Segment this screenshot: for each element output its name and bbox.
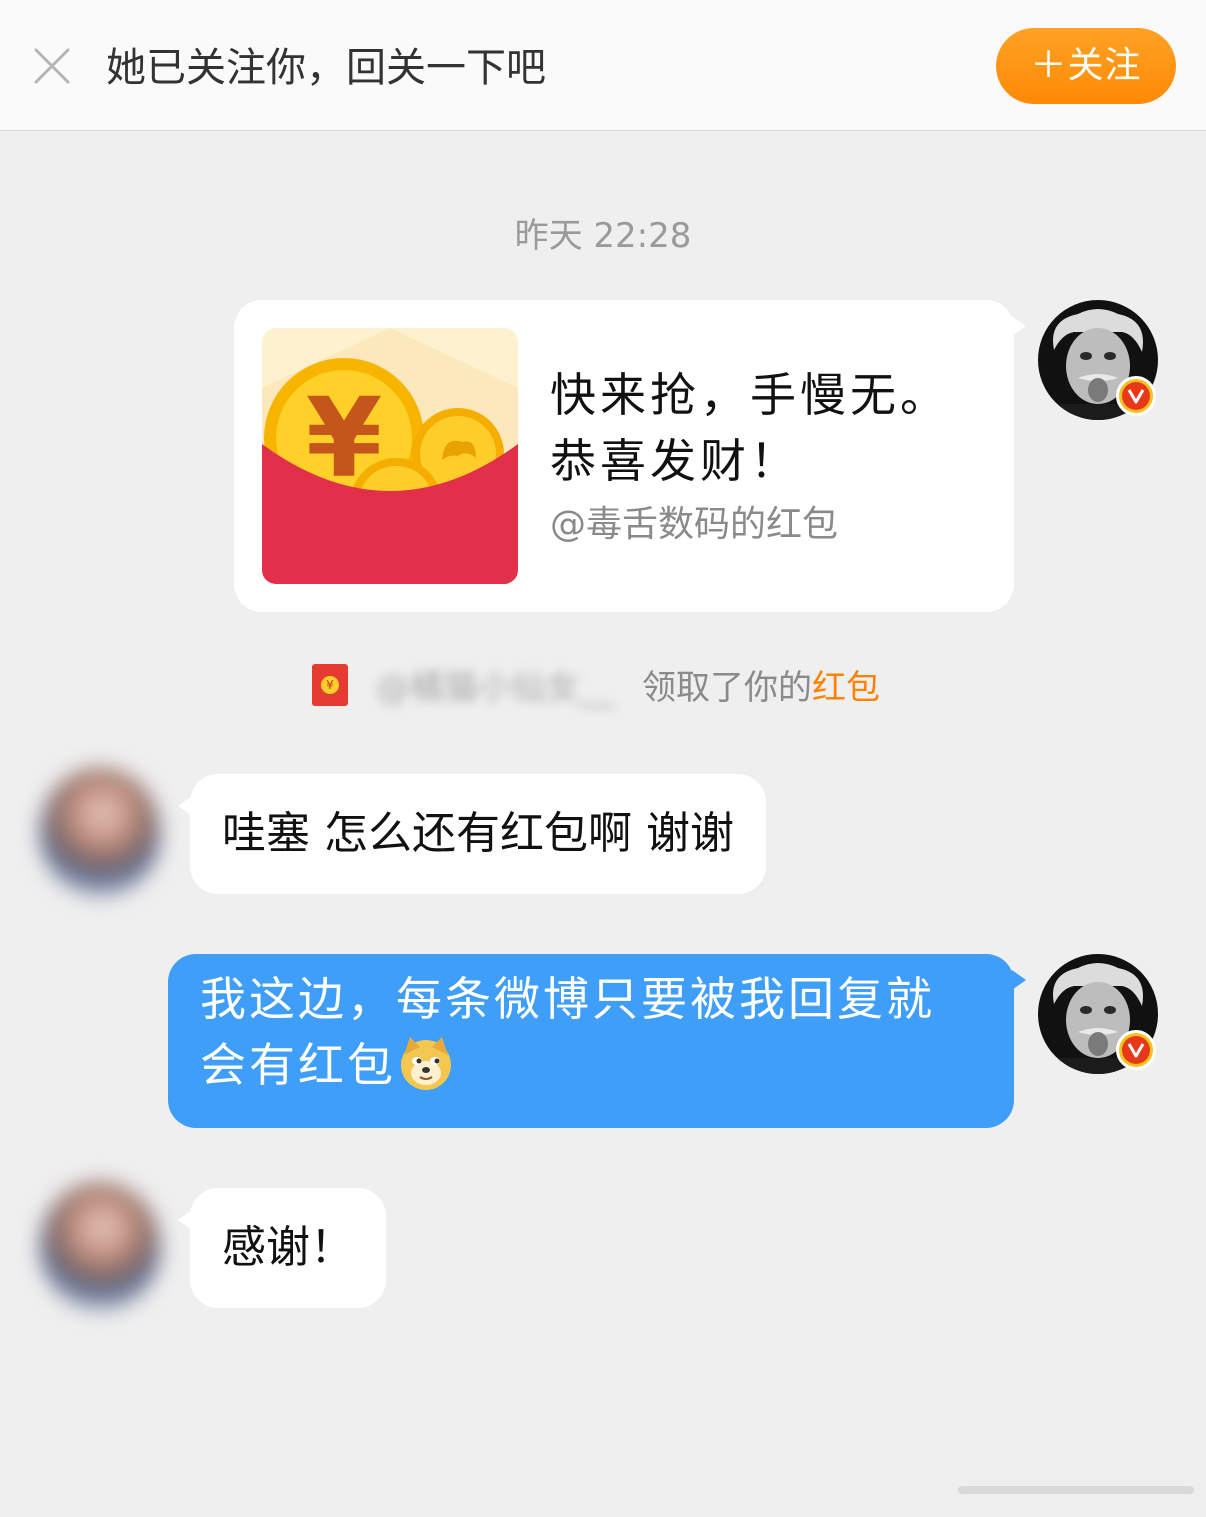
chat-timestamp: 昨天 22:28 (514, 216, 692, 256)
claimer-username[interactable]: @橘猫小仙女__ (376, 666, 614, 710)
self-message-text: 我这边，每条微博只要被我回复就会有红包 (200, 972, 935, 1092)
follow-back-banner: 她已关注你，回关一下吧 ＋关注 (0, 0, 1206, 131)
peer-avatar[interactable] (40, 768, 160, 898)
avatar-image (40, 768, 160, 898)
red-packet-sender: @毒舌数码的红包 (550, 504, 839, 545)
follow-button[interactable]: ＋关注 (996, 28, 1176, 104)
red-packet-message[interactable]: ¥ 快来抢，手慢无。恭喜发财！ @毒舌数码的红包 (234, 300, 1026, 612)
red-packet-title: 快来抢，手慢无。恭喜发财！ (550, 368, 950, 488)
peer-message: 感谢！ (178, 1188, 386, 1308)
peer-avatar[interactable] (40, 1182, 160, 1312)
home-indicator (958, 1486, 1194, 1494)
notice-text: 领取了你的红包 (642, 666, 880, 710)
avatar-image (40, 1182, 160, 1312)
follow-back-message: 她已关注你，回关一下吧 (106, 45, 546, 91)
red-packet-link[interactable]: 红包 (812, 668, 880, 708)
verified-v-badge-icon (1116, 376, 1156, 416)
red-packet-icon: ¥ (262, 328, 518, 584)
self-avatar[interactable] (1038, 954, 1158, 1074)
notice-label: 领取了你的 (642, 668, 812, 708)
self-message: 我这边，每条微博只要被我回复就会有红包 (168, 954, 1026, 1128)
verified-v-badge-icon (1116, 1030, 1156, 1070)
red-packet-small-icon: ¥ (312, 664, 348, 706)
self-avatar[interactable] (1038, 300, 1158, 420)
close-icon[interactable] (32, 46, 72, 86)
doge-emoji-icon (398, 1035, 454, 1091)
peer-message: 哇塞 怎么还有红包啊 谢谢 (178, 774, 766, 894)
